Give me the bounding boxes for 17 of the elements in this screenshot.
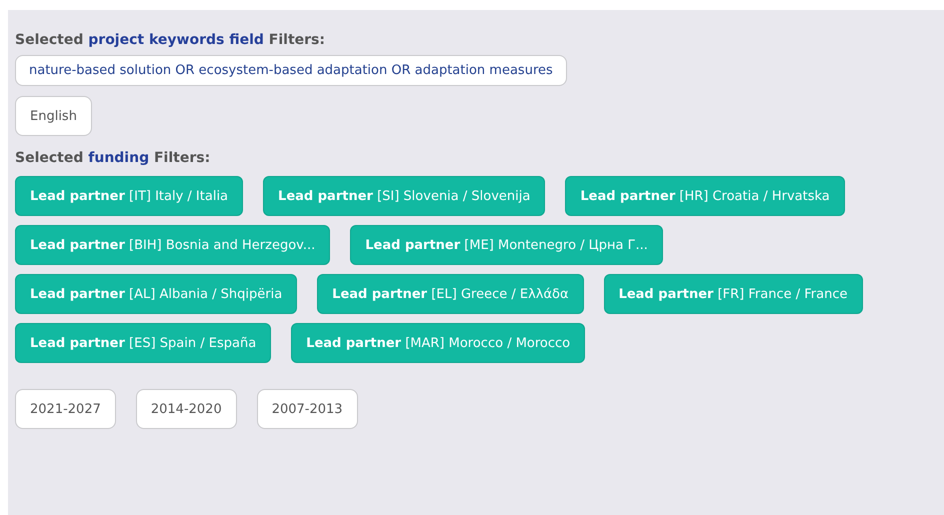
section-heading: Selected funding Filters: xyxy=(15,150,212,166)
filter-tag[interactable]: Lead partner [AL] Albania / Shqipëria xyxy=(15,274,298,314)
filter-tag[interactable]: Lead partner [FR] France / France xyxy=(604,274,862,314)
period-chip[interactable]: 2007-2013 xyxy=(256,389,358,429)
filter-tag[interactable]: Lead partner [IT] Italy / Italia xyxy=(15,176,244,216)
period-chip[interactable]: 2014-2020 xyxy=(136,389,237,429)
filter-tag[interactable]: Lead partner [BIH] Bosnia and Herzegov... xyxy=(15,225,330,265)
filter-tag[interactable]: Lead partner [ME] Montenegro / Црна Г... xyxy=(350,225,663,265)
filter-tag[interactable]: Lead partner [SI] Slovenia / Slovenija xyxy=(263,176,546,216)
filter-tag[interactable]: Lead partner [ES] Spain / España xyxy=(15,323,272,363)
keywords-query: nature-based solution OR ecosystem-based adaptation OR adaptation measures xyxy=(15,55,567,86)
filter-tag[interactable]: Lead partner [MAR] Morocco / Morocco xyxy=(291,323,586,363)
language-chip[interactable]: English xyxy=(15,96,92,136)
filter-tag[interactable]: Lead partner [EL] Greece / Ελλάδα xyxy=(317,274,584,314)
filter-tag[interactable]: Lead partner [HR] Croatia / Hrvatska xyxy=(565,176,845,216)
section-heading: Selected project keywords field Filters: xyxy=(15,32,326,48)
period-chip[interactable]: 2021-2027 xyxy=(15,389,116,429)
